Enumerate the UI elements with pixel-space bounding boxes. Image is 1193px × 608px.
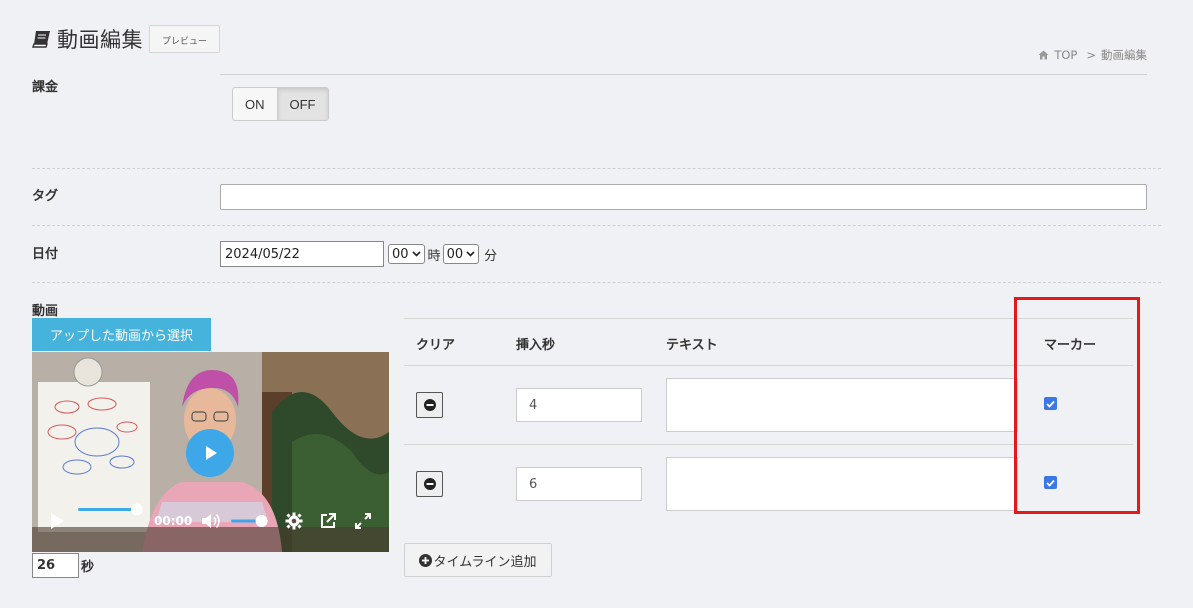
page-title-area: 動画編集 プレビュー	[32, 24, 221, 54]
timeline-text-input[interactable]	[666, 378, 1018, 432]
play-icon[interactable]	[49, 512, 66, 530]
chevron-down-icon	[411, 251, 421, 257]
billing-on-button[interactable]: ON	[232, 87, 277, 121]
select-uploaded-video-button[interactable]: アップした動画から選択	[32, 318, 211, 351]
breadcrumb: TOP > 動画編集	[1038, 47, 1147, 63]
timeline-text-input[interactable]	[666, 457, 1018, 511]
billing-off-button[interactable]: OFF	[276, 87, 329, 121]
play-icon	[206, 446, 217, 460]
date-label: 日付	[32, 247, 59, 262]
header-divider	[220, 74, 1147, 75]
billing-toggle: ON OFF	[232, 87, 329, 121]
progress-slider[interactable]	[78, 502, 148, 518]
billing-label: 課金	[32, 80, 59, 95]
tag-label: タグ	[32, 189, 59, 204]
clear-row-button[interactable]	[416, 392, 443, 418]
plus-circle-icon	[419, 553, 433, 567]
header-text: テキスト	[666, 338, 718, 353]
minute-select[interactable]: 00	[442, 244, 480, 264]
volume-icon[interactable]	[201, 512, 223, 530]
date-input[interactable]: 2024/05/22	[220, 241, 384, 267]
header-insert-seconds: 挿入秒	[516, 338, 556, 353]
section-divider	[32, 225, 1161, 226]
video-label: 動画	[32, 304, 59, 319]
hour-select-value: 00	[392, 246, 409, 262]
hour-select[interactable]: 00	[388, 244, 425, 264]
popout-icon[interactable]	[319, 512, 337, 530]
date-row: 2024/05/22 00 時 00 分	[220, 241, 497, 267]
add-timeline-button[interactable]: タイムライン追加	[404, 543, 552, 577]
section-divider	[32, 168, 1161, 169]
preview-button[interactable]: プレビュー	[149, 25, 221, 53]
insert-seconds-input[interactable]: 4	[516, 388, 642, 422]
section-divider	[32, 282, 1161, 283]
settings-gear-icon[interactable]	[285, 512, 303, 530]
home-icon	[1038, 50, 1049, 60]
breadcrumb-current: 動画編集	[1101, 48, 1147, 62]
volume-slider[interactable]	[231, 513, 271, 529]
current-time: 00:00	[154, 514, 193, 528]
breadcrumb-separator: >	[1086, 48, 1096, 62]
clear-row-button[interactable]	[416, 471, 443, 497]
hour-unit: 時	[427, 248, 441, 264]
tag-input[interactable]	[220, 184, 1147, 210]
minus-circle-icon	[423, 399, 436, 411]
fullscreen-icon[interactable]	[354, 512, 372, 530]
minute-select-value: 00	[446, 246, 464, 262]
header-clear: クリア	[416, 338, 456, 353]
book-icon	[32, 31, 50, 48]
seconds-row: 26 秒	[32, 553, 94, 578]
minus-circle-icon	[423, 478, 436, 490]
minute-unit: 分	[484, 248, 498, 264]
play-overlay-button[interactable]	[186, 429, 234, 477]
seconds-unit: 秒	[81, 560, 95, 575]
add-timeline-label: タイムライン追加	[433, 553, 537, 569]
chevron-down-icon	[466, 251, 475, 257]
seconds-input[interactable]: 26	[32, 553, 79, 578]
page-title: 動画編集	[57, 28, 143, 52]
breadcrumb-home-link[interactable]: TOP	[1054, 48, 1077, 62]
insert-seconds-input[interactable]: 6	[516, 467, 642, 501]
marker-column-highlight	[1014, 297, 1140, 514]
video-player[interactable]: 00:00	[32, 352, 389, 552]
